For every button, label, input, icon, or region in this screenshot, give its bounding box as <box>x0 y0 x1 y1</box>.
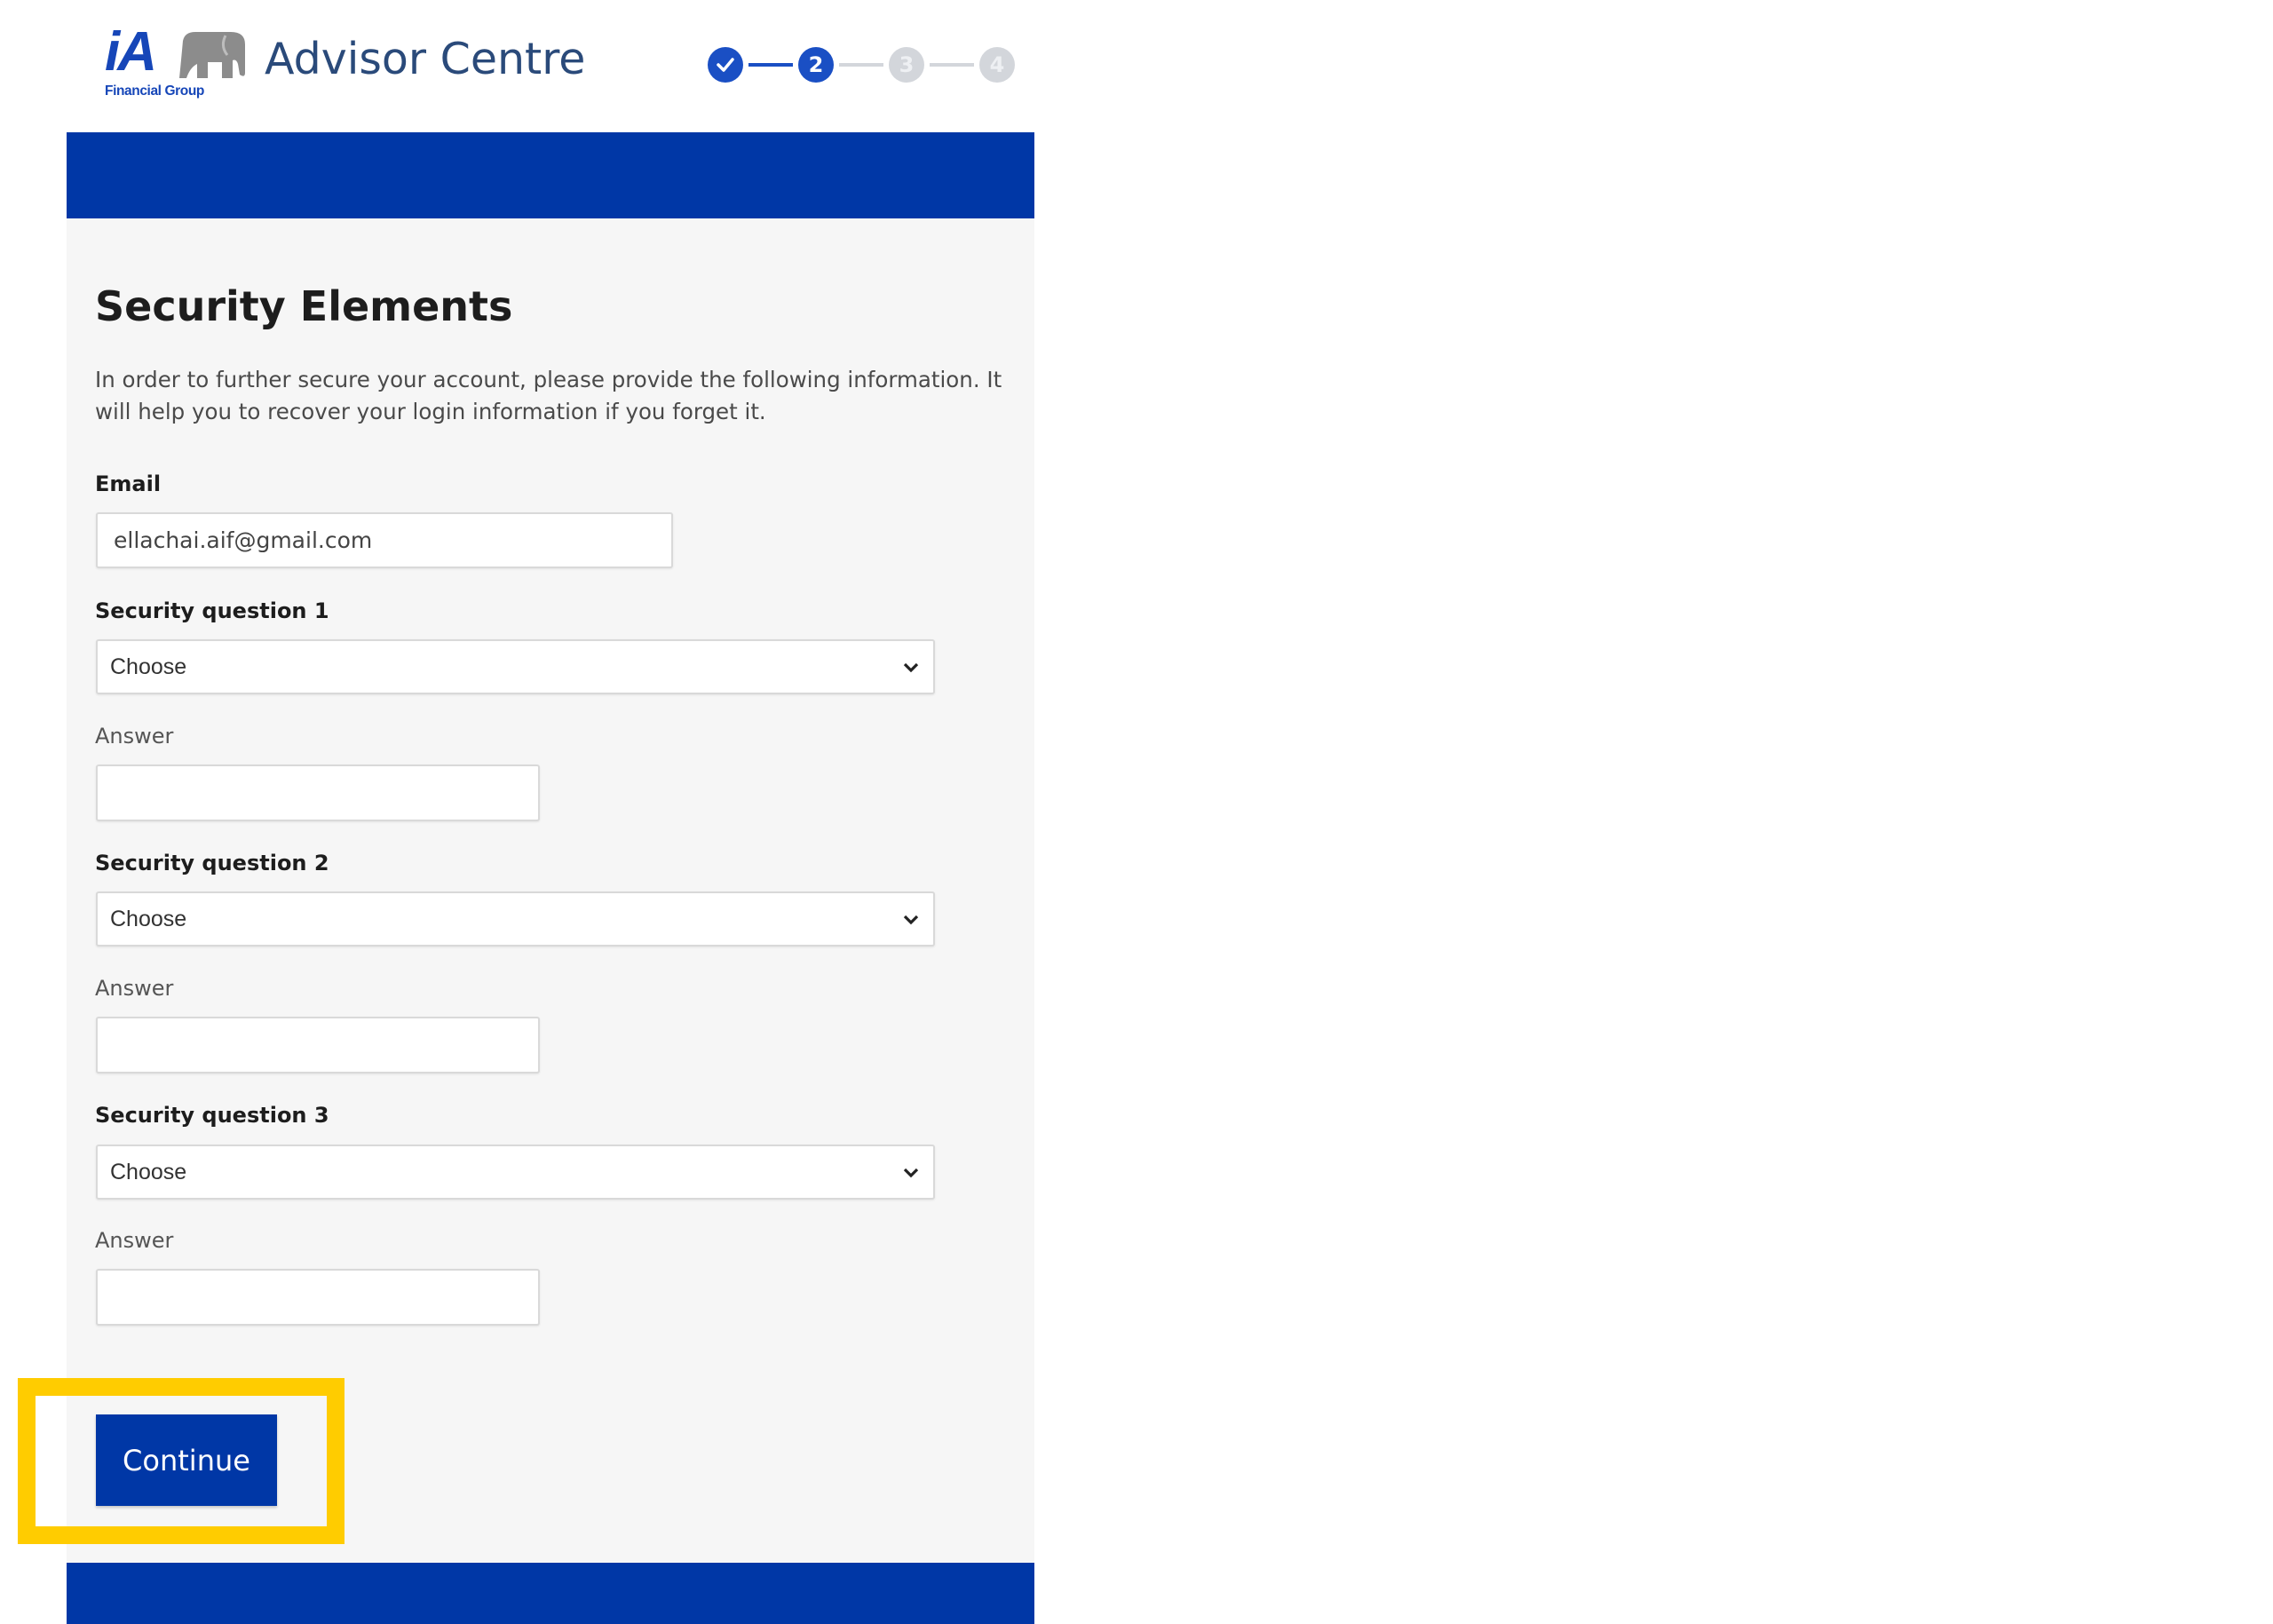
security-question-2-select[interactable]: Choose <box>96 891 935 947</box>
step-1-complete <box>708 47 743 83</box>
logo-subtext: Financial Group <box>105 83 204 99</box>
step-3-pending: 3 <box>889 47 924 83</box>
chevron-down-icon <box>903 662 919 673</box>
security-question-2-label: Security question 2 <box>95 851 329 875</box>
chevron-down-icon <box>903 1168 919 1178</box>
check-icon <box>717 58 734 72</box>
answer-3-label: Answer <box>95 1228 174 1253</box>
answer-1-input[interactable] <box>96 764 540 821</box>
security-question-3-select[interactable]: Choose <box>96 1145 935 1200</box>
logo-ia-text: iA <box>105 21 157 83</box>
email-label: Email <box>95 471 162 496</box>
progress-stepper: 2 3 4 <box>708 46 1015 83</box>
answer-2-label: Answer <box>95 976 174 1001</box>
intro-text: In order to further secure your account,… <box>95 367 1002 424</box>
email-value: ellachai.aif@gmail.com <box>114 527 373 553</box>
highlight-box <box>18 1378 345 1544</box>
panel-header-bar <box>67 132 1034 218</box>
select-value: Choose <box>110 1159 187 1184</box>
chevron-down-icon <box>903 915 919 925</box>
security-question-1-label: Security question 1 <box>95 598 329 623</box>
email-field[interactable]: ellachai.aif@gmail.com <box>96 512 673 568</box>
select-value: Choose <box>110 654 187 679</box>
security-question-3-label: Security question 3 <box>95 1103 329 1128</box>
page-title: Security Elements <box>95 282 513 330</box>
answer-3-input[interactable] <box>96 1269 540 1326</box>
answer-1-label: Answer <box>95 724 174 749</box>
step-connector <box>930 63 974 67</box>
step-4-pending: 4 <box>979 47 1015 83</box>
panel-footer-bar <box>67 1563 1034 1624</box>
step-connector <box>839 63 883 67</box>
step-2-current: 2 <box>798 47 834 83</box>
answer-2-input[interactable] <box>96 1017 540 1073</box>
ia-financial-group-logo: iA Financial Group <box>105 25 247 101</box>
app-title: Advisor Centre <box>265 34 586 84</box>
security-question-1-select[interactable]: Choose <box>96 639 935 694</box>
step-connector <box>748 63 793 67</box>
select-value: Choose <box>110 906 187 931</box>
elephant-icon <box>179 32 245 78</box>
